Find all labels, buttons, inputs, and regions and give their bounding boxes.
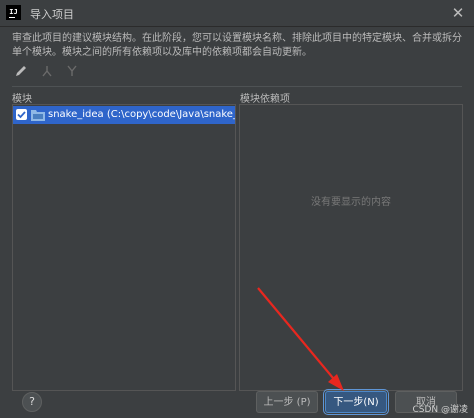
module-checkbox[interactable] bbox=[16, 109, 27, 120]
edit-icon[interactable] bbox=[14, 64, 28, 78]
previous-button[interactable]: 上一步 (P) bbox=[256, 391, 318, 413]
close-icon: ✕ bbox=[451, 4, 465, 22]
modules-header: 模块 bbox=[12, 94, 32, 105]
module-row-snake-idea[interactable]: snake_idea (C:\copy\code\Java\snake_idea… bbox=[13, 106, 235, 124]
dependencies-header: 模块依赖项 bbox=[240, 94, 290, 105]
intellij-app-icon: IJ bbox=[6, 5, 21, 20]
dialog-description: 审查此项目的建议模块结构。在此阶段，您可以设置模块名称、排除此项目中的特定模块、… bbox=[12, 33, 462, 58]
module-toolbar bbox=[14, 64, 87, 78]
csdn-watermark: CSDN @谢凌 bbox=[412, 405, 468, 415]
dialog-title: 导入项目 bbox=[30, 8, 74, 21]
next-button[interactable]: 下一步(N) bbox=[323, 389, 389, 415]
check-icon bbox=[17, 111, 26, 119]
close-button[interactable]: ✕ bbox=[448, 3, 468, 23]
dependencies-panel: 没有要显示的内容 bbox=[239, 104, 463, 391]
merge-icon[interactable] bbox=[65, 64, 79, 78]
module-label: snake_idea (C:\copy\code\Java\snake_idea… bbox=[48, 109, 235, 120]
help-button[interactable]: ? bbox=[22, 392, 42, 412]
title-bar: IJ 导入项目 ✕ bbox=[0, 0, 474, 27]
empty-state-text: 没有要显示的内容 bbox=[311, 197, 391, 208]
toolbar-divider bbox=[12, 86, 462, 87]
modules-list[interactable]: snake_idea (C:\copy\code\Java\snake_idea… bbox=[12, 104, 236, 391]
module-folder-icon bbox=[31, 109, 45, 121]
split-icon[interactable] bbox=[40, 64, 54, 78]
